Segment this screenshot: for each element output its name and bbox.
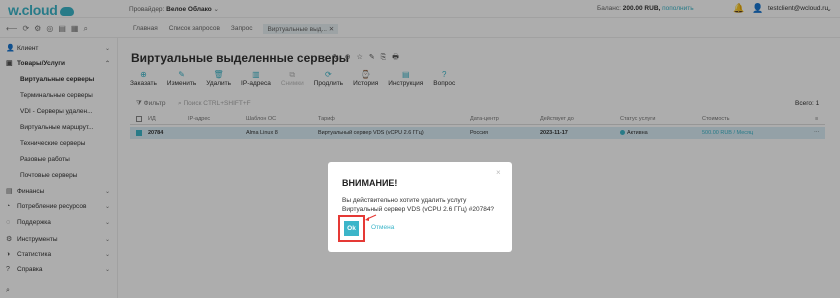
cancel-button[interactable]: Отмена <box>371 224 394 231</box>
confirm-dialog: × ВНИМАНИЕ! Вы действительно хотите удал… <box>328 162 512 252</box>
dialog-message: Вы действительно хотите удалить услугу В… <box>342 197 495 213</box>
close-icon[interactable]: × <box>496 168 501 177</box>
arrow-icon <box>365 214 377 221</box>
ok-highlight: Ok <box>338 215 365 242</box>
ok-button[interactable]: Ok <box>344 221 359 236</box>
modal-overlay[interactable] <box>0 0 840 298</box>
dialog-title: ВНИМАНИЕ! <box>342 178 398 188</box>
